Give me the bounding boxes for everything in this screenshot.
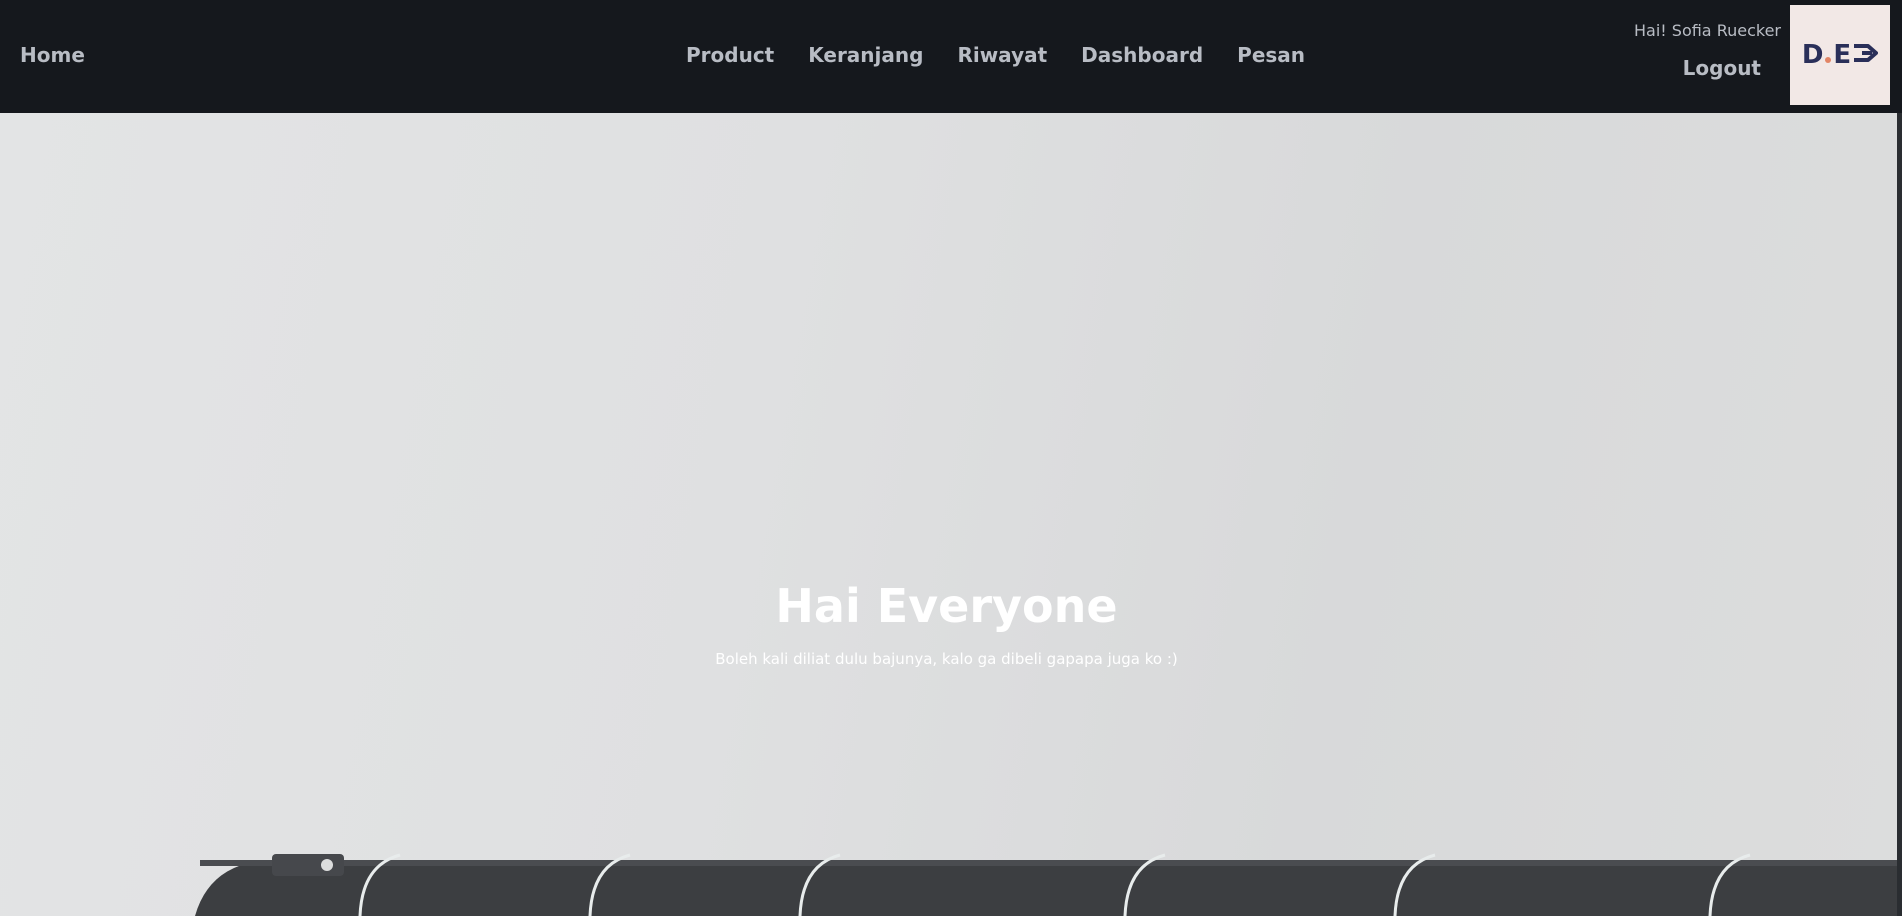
logout-link[interactable]: Logout <box>1683 56 1761 80</box>
nav-link-pesan[interactable]: Pesan <box>1237 43 1305 67</box>
clothes-rail-image <box>195 853 1897 916</box>
nav-link-product[interactable]: Product <box>686 43 774 67</box>
logo-letter-d: D <box>1801 40 1824 70</box>
hero-subtitle: Boleh kali diliat dulu bajunya, kalo ga … <box>715 650 1178 668</box>
nav-link-riwayat[interactable]: Riwayat <box>957 43 1047 67</box>
nav-home-link[interactable]: Home <box>20 43 85 67</box>
nav-menu: Product Keranjang Riwayat Dashboard Pesa… <box>686 43 1305 67</box>
brand-logo[interactable]: DE <box>1790 5 1890 105</box>
hero-title: Hai Everyone <box>775 579 1118 633</box>
logo-arrow-icon <box>1854 44 1879 62</box>
logo-letter-e: E <box>1833 40 1852 70</box>
navbar: Home Product Keranjang Riwayat Dashboard… <box>0 0 1902 113</box>
hero-banner: Hai Everyone Boleh kali diliat dulu baju… <box>0 113 1897 916</box>
page-scrollbar[interactable] <box>1897 113 1902 916</box>
nav-link-dashboard[interactable]: Dashboard <box>1081 43 1203 67</box>
user-greeting: Hai! Sofia Ruecker <box>1634 21 1781 40</box>
logo-wordmark: DE <box>1801 40 1879 70</box>
nav-link-keranjang[interactable]: Keranjang <box>808 43 923 67</box>
logo-dot <box>1825 57 1832 63</box>
